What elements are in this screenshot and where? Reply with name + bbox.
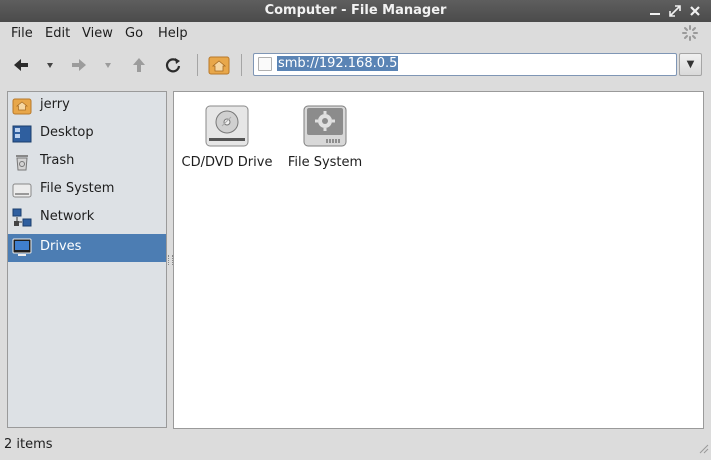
file-item-file-system[interactable]: File System — [275, 102, 375, 170]
location-page-icon — [258, 57, 272, 71]
sidebar-item-label: Network — [40, 209, 95, 224]
back-history-dropdown-icon[interactable] — [40, 53, 64, 77]
trash-icon — [12, 152, 32, 172]
home-folder-icon[interactable] — [207, 53, 231, 77]
filesystem-icon — [12, 180, 32, 200]
sidebar-item-jerry[interactable]: jerry — [8, 92, 166, 120]
sidebar-item-drives[interactable]: Drives — [8, 234, 166, 262]
sidebar-item-label: Desktop — [40, 125, 94, 140]
reload-icon[interactable] — [161, 53, 185, 77]
status-item-count: 2 items — [4, 437, 53, 452]
chevron-down-icon: ▼ — [686, 59, 695, 70]
optical-drive-icon — [203, 102, 251, 150]
sidebar-item-network[interactable]: Network — [8, 204, 166, 232]
up-arrow-icon[interactable] — [127, 53, 151, 77]
file-item-label: CD/DVD Drive — [181, 155, 273, 170]
file-item-cd-dvd-drive[interactable]: CD/DVD Drive — [177, 102, 277, 170]
sidebar-item-trash[interactable]: Trash — [8, 148, 166, 176]
file-item-label: File System — [287, 155, 363, 170]
location-history-dropdown[interactable]: ▼ — [679, 53, 702, 76]
sidebar-item-label: Drives — [40, 239, 82, 254]
harddisk-icon — [301, 102, 349, 150]
location-input[interactable]: smb://192.168.0.5 — [277, 56, 399, 71]
forward-history-dropdown-icon[interactable] — [98, 53, 122, 77]
menu-bar: File Edit View Go Help — [0, 22, 711, 44]
places-sidebar: jerry Desktop Trash File System Network — [7, 91, 167, 428]
minimize-icon[interactable] — [646, 2, 664, 20]
file-manager-window: Computer - File Manager File Edit View G… — [0, 0, 711, 460]
menu-file[interactable]: File — [11, 26, 33, 41]
sidebar-item-label: Trash — [40, 153, 75, 168]
file-view[interactable]: CD/DVD Drive File System — [173, 91, 704, 429]
sidebar-item-file-system[interactable]: File System — [8, 176, 166, 204]
location-bar[interactable]: smb://192.168.0.5 — [253, 53, 677, 76]
sidebar-item-label: File System — [40, 181, 115, 196]
menu-edit[interactable]: Edit — [45, 26, 70, 41]
desktop-icon — [12, 124, 32, 144]
status-bar: 2 items — [0, 436, 711, 456]
menu-go[interactable]: Go — [125, 26, 143, 41]
back-arrow-icon[interactable] — [9, 53, 33, 77]
menu-view[interactable]: View — [82, 26, 113, 41]
busy-spinner-icon — [682, 25, 698, 41]
toolbar-separator — [241, 54, 242, 76]
sidebar-item-label: jerry — [40, 97, 70, 112]
home-folder-icon — [12, 96, 32, 116]
toolbar-separator — [197, 54, 198, 76]
window-title: Computer - File Manager — [264, 3, 447, 18]
close-icon[interactable] — [686, 2, 704, 20]
forward-arrow-icon[interactable] — [67, 53, 91, 77]
maximize-icon[interactable] — [666, 2, 684, 20]
title-bar[interactable]: Computer - File Manager — [0, 0, 711, 22]
drives-icon — [12, 238, 32, 258]
menu-help[interactable]: Help — [158, 26, 188, 41]
sidebar-item-desktop[interactable]: Desktop — [8, 120, 166, 148]
network-icon — [12, 208, 32, 228]
resize-grip-icon[interactable] — [697, 442, 709, 454]
toolbar: smb://192.168.0.5 ▼ — [0, 44, 711, 86]
